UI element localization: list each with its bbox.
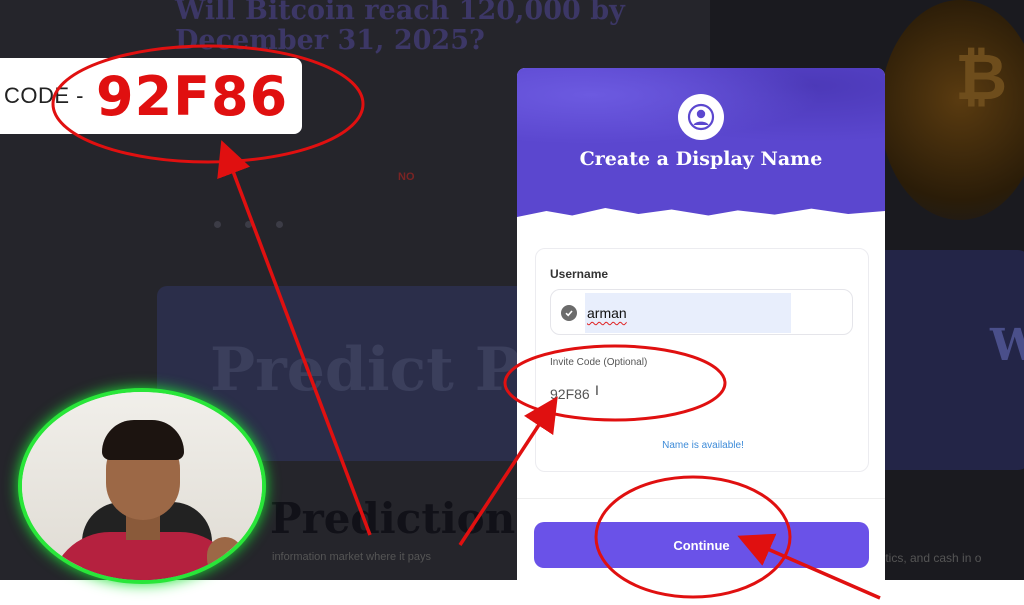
market-question-headline: Will Bitcoin reach 120,000 by December 3… bbox=[175, 0, 625, 56]
code-badge-label: CODE - bbox=[4, 83, 84, 108]
carousel-dot bbox=[245, 221, 252, 228]
check-circle-icon bbox=[561, 305, 577, 321]
carousel-dot bbox=[276, 221, 283, 228]
username-input[interactable]: arman bbox=[550, 289, 853, 335]
text-cursor-icon: I bbox=[595, 382, 599, 398]
display-name-form: Username arman Invite Code (Optional) 92… bbox=[535, 248, 869, 472]
availability-message: Name is available! bbox=[662, 440, 744, 451]
predictions-subtext: information market where it pays bbox=[272, 551, 431, 563]
username-value: arman bbox=[587, 305, 627, 321]
webcam-overlay bbox=[18, 388, 266, 584]
webcam-person-hair bbox=[102, 420, 184, 460]
username-label: Username bbox=[550, 267, 609, 281]
continue-button[interactable]: Continue bbox=[534, 522, 869, 568]
code-badge-value: 92F86 bbox=[96, 64, 289, 128]
display-name-modal: Create a Display Name Username arman Inv… bbox=[517, 68, 885, 580]
modal-header: Create a Display Name bbox=[517, 68, 885, 228]
invite-code-label: Invite Code (Optional) bbox=[550, 357, 648, 368]
modal-title: Create a Display Name bbox=[579, 148, 823, 170]
carousel-dot bbox=[214, 221, 221, 228]
user-avatar-icon bbox=[678, 94, 724, 140]
invite-code-badge: CODE - 92F86 bbox=[0, 58, 302, 134]
webcam-person-hand bbox=[207, 537, 243, 577]
side-promo-glyph: W bbox=[990, 320, 1024, 371]
no-option-label: NO bbox=[398, 171, 415, 183]
invite-code-input[interactable]: 92F86 bbox=[550, 386, 590, 402]
carousel-dots bbox=[214, 221, 283, 228]
predictions-subtext-right: litics, and cash in o bbox=[880, 551, 982, 565]
modal-divider bbox=[517, 498, 885, 499]
bitcoin-symbol: ₿ bbox=[955, 41, 1008, 115]
